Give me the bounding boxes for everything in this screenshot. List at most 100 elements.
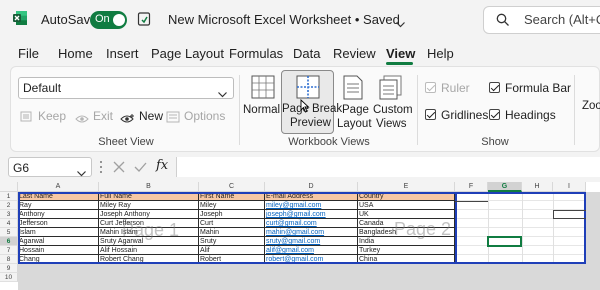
menu-insert[interactable]: Insert	[106, 46, 139, 61]
row-header-1[interactable]: 1	[0, 192, 18, 201]
cell-outline-mark	[455, 201, 488, 202]
column-header-d[interactable]: D	[265, 182, 358, 192]
menu-home[interactable]: Home	[58, 46, 93, 61]
row-header-3[interactable]: 3	[0, 210, 18, 219]
file-title[interactable]: New Microsoft Excel Worksheet • Saved	[168, 12, 400, 27]
page-break-preview-label-2: Preview	[290, 117, 331, 129]
name-box-value: G6	[13, 161, 30, 175]
chevron-down-icon	[77, 164, 86, 182]
formula-input[interactable]	[176, 157, 600, 177]
active-tab-underline	[386, 62, 413, 65]
row-header-5[interactable]: 5	[0, 228, 18, 237]
autosave-state: On	[95, 13, 110, 25]
page-layout-icon	[342, 75, 364, 105]
normal-view-label: Normal	[243, 104, 281, 116]
page-layout-label-1: Page	[342, 104, 369, 116]
excel-icon	[12, 10, 28, 26]
formula-bar-label: Formula Bar	[505, 81, 572, 95]
insert-function-button[interactable]: fx	[156, 158, 168, 173]
normal-view-icon	[251, 75, 275, 104]
gridlines-check	[425, 109, 436, 120]
menu-file[interactable]: File	[18, 46, 39, 61]
group-divider	[417, 75, 418, 145]
gridlines-label: Gridlines	[441, 108, 489, 122]
menu-help[interactable]: Help	[427, 46, 454, 61]
formula-bar: G6 fx	[0, 152, 600, 182]
name-box[interactable]: G6	[8, 157, 92, 177]
search-box[interactable]: Search (Alt+Q)	[483, 6, 600, 34]
toggle-knob	[113, 14, 125, 26]
page-break-preview-label-1: Page Break	[282, 103, 343, 115]
normal-view-button[interactable]: Normal	[243, 71, 281, 131]
page-break-line	[455, 192, 457, 264]
show-group-label: Show	[481, 136, 509, 148]
chevron-down-icon	[218, 85, 227, 103]
cell-outline-mark	[553, 210, 586, 219]
ribbon: Default Keep Exit New Options Sheet View	[10, 66, 600, 152]
row-header-6[interactable]: 6	[0, 237, 18, 246]
options-icon	[166, 110, 180, 128]
new-label: New	[139, 109, 164, 123]
exit-button[interactable]: Exit	[73, 108, 123, 124]
column-header-h[interactable]: H	[522, 182, 553, 192]
custom-views-icon	[379, 75, 403, 105]
zoom-button-label[interactable]: Zoo	[582, 100, 600, 112]
gridlines-checkbox[interactable]: Gridlines	[425, 108, 495, 122]
row-header-7[interactable]: 7	[0, 246, 18, 255]
selected-cell-g6[interactable]	[487, 236, 522, 247]
chevron-down-icon[interactable]	[396, 15, 405, 28]
column-header-f[interactable]: F	[455, 182, 488, 192]
autosave-toggle[interactable]: On	[90, 11, 127, 29]
autosave-label: AutoSave	[41, 12, 98, 27]
menu-data[interactable]: Data	[293, 46, 320, 61]
sheet-view-dropdown-value: Default	[23, 81, 62, 95]
mouse-cursor-icon	[300, 98, 310, 118]
select-all-corner[interactable]	[0, 182, 18, 192]
menu-bar: File Home Insert Page Layout Formulas Da…	[0, 40, 600, 66]
row-header-9[interactable]: 9	[0, 264, 18, 273]
column-header-c[interactable]: C	[199, 182, 265, 192]
non-print-area	[586, 192, 600, 290]
headings-label: Headings	[505, 108, 556, 122]
search-placeholder: Search (Alt+Q)	[524, 12, 600, 27]
group-divider	[574, 75, 575, 145]
column-header-a[interactable]: A	[18, 182, 99, 192]
row-header-2[interactable]: 2	[0, 201, 18, 210]
headings-checkbox[interactable]: Headings	[489, 108, 569, 122]
menu-view[interactable]: View	[386, 46, 415, 61]
formula-bar-check	[489, 82, 500, 93]
save-status-icon[interactable]	[136, 11, 152, 27]
page-layout-view-button[interactable]: Page Layout	[337, 71, 372, 131]
column-header-e[interactable]: E	[358, 182, 455, 192]
menu-review[interactable]: Review	[333, 46, 376, 61]
page-break-preview-button[interactable]: Page Break Preview	[281, 70, 342, 134]
title-bar: AutoSave On New Microsoft Excel Workshee…	[0, 0, 600, 40]
custom-views-button[interactable]: Custom Views	[371, 71, 413, 131]
menu-page-layout[interactable]: Page Layout	[151, 46, 224, 61]
enter-check-icon[interactable]	[134, 160, 147, 178]
options-button[interactable]: Options	[164, 108, 234, 124]
ruler-checkbox[interactable]: Ruler	[425, 81, 485, 95]
ruler-check	[425, 82, 436, 93]
new-sheet-view-button[interactable]: New	[118, 108, 170, 124]
non-print-area	[18, 264, 600, 290]
custom-views-label-1: Custom	[373, 104, 413, 116]
menu-formulas[interactable]: Formulas	[229, 46, 283, 61]
more-options-icon[interactable]	[99, 160, 103, 174]
column-header-i[interactable]: I	[553, 182, 586, 192]
spreadsheet-grid: A B C D E F G H I 1 2 3 4 5 6 7 8 9 10 L…	[0, 182, 600, 290]
custom-views-label-2: Views	[376, 118, 407, 130]
keep-icon	[20, 110, 33, 128]
row-header-10[interactable]: 10	[0, 273, 18, 282]
eye-plus-icon	[120, 111, 136, 129]
cancel-icon[interactable]	[113, 160, 125, 178]
column-header-g[interactable]: G	[488, 182, 522, 192]
sheet-view-dropdown[interactable]: Default	[18, 77, 234, 99]
options-label: Options	[184, 109, 226, 123]
exit-label: Exit	[93, 109, 114, 123]
eye-icon	[75, 111, 89, 129]
column-header-b[interactable]: B	[99, 182, 199, 192]
row-header-8[interactable]: 8	[0, 255, 18, 264]
row-header-4[interactable]: 4	[0, 219, 18, 228]
keep-button[interactable]: Keep	[18, 108, 74, 124]
